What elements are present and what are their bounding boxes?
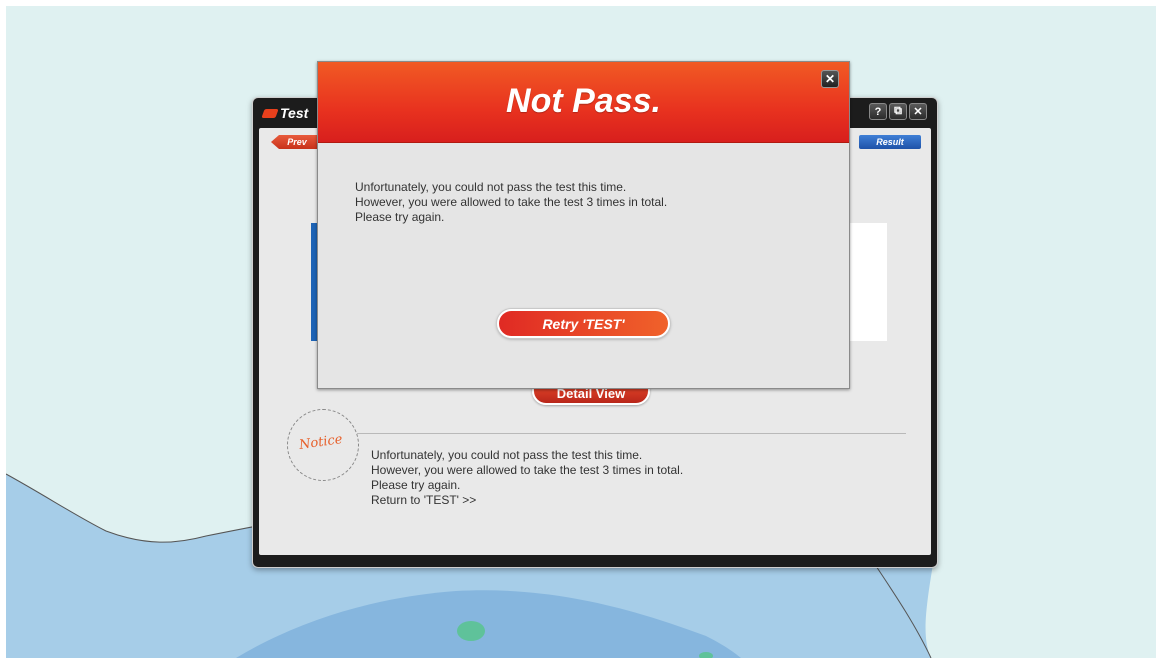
restore-button[interactable]: ⧉ <box>889 103 907 120</box>
prev-button[interactable]: Prev <box>271 135 319 149</box>
dialog-message-line: However, you were allowed to take the te… <box>355 195 668 209</box>
dialog-header: Not Pass. ✕ <box>318 62 849 143</box>
return-to-test-link[interactable]: Return to 'TEST' >> <box>371 493 683 508</box>
retry-test-button[interactable]: Retry 'TEST' <box>497 309 670 338</box>
dialog-message: Unfortunately, you could not pass the te… <box>355 180 667 225</box>
dialog-title: Not Pass. <box>506 82 661 120</box>
notice-badge-label: Notice <box>298 432 344 453</box>
window-close-button[interactable]: ✕ <box>909 103 927 120</box>
notice-line: Please try again. <box>371 478 461 492</box>
flag-icon <box>261 108 279 118</box>
notice-divider <box>341 433 906 434</box>
not-pass-dialog: Not Pass. ✕ Unfortunately, you could not… <box>317 61 850 389</box>
notice-line: However, you were allowed to take the te… <box>371 463 684 477</box>
notice-text: Unfortunately, you could not pass the te… <box>371 448 683 508</box>
dialog-close-button[interactable]: ✕ <box>821 70 839 88</box>
window-controls: ? ⧉ ✕ <box>869 103 927 120</box>
notice-badge: Notice <box>287 409 359 481</box>
help-button[interactable]: ? <box>869 103 887 120</box>
result-button[interactable]: Result <box>859 135 921 149</box>
notice-line: Unfortunately, you could not pass the te… <box>371 448 643 462</box>
dialog-message-line: Unfortunately, you could not pass the te… <box>355 180 627 194</box>
window-title: Test <box>261 105 309 121</box>
window-title-label: Test <box>280 105 309 121</box>
dialog-message-line: Please try again. <box>355 210 445 224</box>
